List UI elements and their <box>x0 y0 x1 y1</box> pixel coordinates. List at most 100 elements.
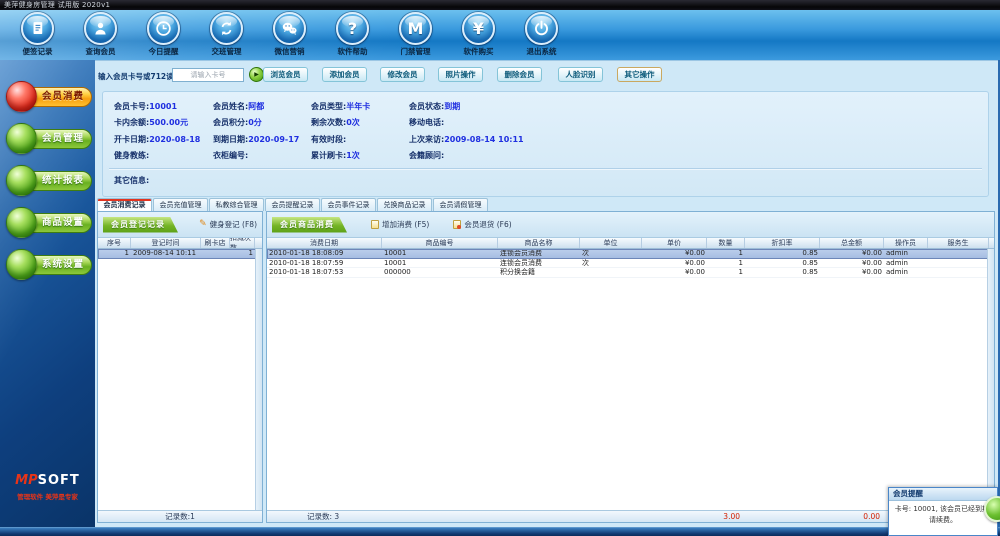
info-value: 10001 <box>149 102 177 111</box>
consumption-panel-header: 会员商品消费 增加消费 (F5) 会员退货 (F6) <box>267 212 994 238</box>
column-header[interactable]: 服务生 <box>928 238 989 248</box>
cell: 1 <box>230 249 255 257</box>
column-header[interactable]: 单价 <box>642 238 707 248</box>
delete-member-button[interactable]: 删除会员 <box>497 67 542 82</box>
cell: 0.85 <box>745 249 820 257</box>
info-label: 累计刷卡: <box>311 151 346 160</box>
add-consumption-button[interactable]: 增加消费 (F5) <box>371 219 429 230</box>
toolbar-label: 门禁管理 <box>401 46 431 57</box>
cell: 连锁会员消费 <box>498 258 580 268</box>
refund-document-icon <box>453 220 461 229</box>
cell: 10001 <box>382 249 498 257</box>
record-tabs: 会员消费记录会员充值管理私教综合管理会员提醒记录会员事件记录兑换商品记录会员请假… <box>97 198 489 211</box>
checkin-table-header: 序号登记时间刷卡店扣减次数 <box>98 238 262 249</box>
vertical-scrollbar[interactable] <box>255 249 262 510</box>
tab-goods-exchange[interactable]: 兑换商品记录 <box>377 198 432 211</box>
sidebar-item-goods-settings[interactable]: 商品设置 <box>2 206 93 240</box>
info-field: 到期日期:2020-09-17 <box>213 134 311 145</box>
popup-title: 会员提醒 <box>889 488 997 501</box>
tab-leave-management[interactable]: 会员请假管理 <box>433 198 488 211</box>
shift-icon <box>210 12 243 45</box>
toolbar-button-notes[interactable]: 便签记录 <box>6 10 69 60</box>
photo-operations-button[interactable]: 照片操作 <box>438 67 483 82</box>
cell: admin <box>884 259 928 267</box>
gym-register-button[interactable]: ✎ 健身登记 (F8) <box>199 219 257 230</box>
column-header[interactable]: 商品编号 <box>382 238 498 248</box>
table-row[interactable]: 2010-01-18 18:07:5910001连锁会员消费次¥0.0010.8… <box>267 259 994 269</box>
toolbar-button-exit-system[interactable]: 退出系统 <box>510 10 573 60</box>
toolbar-button-shift-management[interactable]: 交班管理 <box>195 10 258 60</box>
column-header[interactable]: 操作员 <box>884 238 928 248</box>
column-header[interactable]: 扣减次数 <box>230 238 255 248</box>
sidebar-item-statistics-reports[interactable]: 统计报表 <box>2 164 93 198</box>
cell: 2010-01-18 18:08:09 <box>267 249 382 257</box>
column-header[interactable]: 消费日期 <box>267 238 382 248</box>
cell: 1 <box>707 249 745 257</box>
sidebar-item-system-settings[interactable]: 系统设置 <box>2 248 93 282</box>
toolbar-button-member-search[interactable]: 查询会员 <box>69 10 132 60</box>
toolbar-button-today-reminder[interactable]: 今日提醒 <box>132 10 195 60</box>
sphere-icon <box>6 207 37 238</box>
column-header[interactable]: 数量 <box>707 238 745 248</box>
other-operations-button[interactable]: 其它操作 <box>617 67 662 82</box>
amount-total: 0.00 <box>820 512 880 521</box>
title-bar: 美萍健身房管理 试用版 2020v1 <box>0 0 1000 10</box>
info-field: 健身教练: <box>114 150 213 161</box>
consumption-panel: 会员商品消费 增加消费 (F5) 会员退货 (F6) 消费日期商品编号商品名称单… <box>266 211 995 523</box>
add-member-button[interactable]: 添加会员 <box>322 67 367 82</box>
card-number-input[interactable] <box>172 68 244 82</box>
toolbar-button-software-purchase[interactable]: ¥软件购买 <box>447 10 510 60</box>
tab-event-records[interactable]: 会员事件记录 <box>321 198 376 211</box>
application-window: 美萍健身房管理 试用版 2020v1 便签记录 查询会员 今日提醒 交班管理微信营销?… <box>0 0 1000 536</box>
column-header[interactable]: 登记时间 <box>131 238 201 248</box>
member-info-grid: 会员卡号:10001会员姓名:阿都会员类型:半年卡会员状态:到期卡内余额:500… <box>114 98 984 164</box>
tab-recharge-management[interactable]: 会员充值管理 <box>153 198 208 211</box>
info-field: 会员积分:0分 <box>213 117 311 128</box>
info-label: 健身教练: <box>114 151 149 160</box>
cell: ¥0.00 <box>820 268 884 276</box>
face-recognition-button[interactable]: 人脸识别 <box>558 67 603 82</box>
sidebar-item-member-management[interactable]: 会员管理 <box>2 122 93 156</box>
cell: 次 <box>580 258 642 268</box>
tab-consumption-records[interactable]: 会员消费记录 <box>97 198 152 211</box>
other-info-label: 其它信息: <box>114 175 149 186</box>
column-header[interactable]: 刷卡店 <box>201 238 230 248</box>
sidebar-item-member-consumption[interactable]: 会员消费 <box>2 80 93 114</box>
toolbar-button-software-help[interactable]: ?软件帮助 <box>321 10 384 60</box>
column-header[interactable]: 单位 <box>580 238 642 248</box>
column-header[interactable]: 总金额 <box>820 238 884 248</box>
cell: 000000 <box>382 268 498 276</box>
table-row[interactable]: 2010-01-18 18:07:53000000积分换会籍¥0.0010.85… <box>267 268 994 278</box>
yen-icon: ¥ <box>462 12 495 45</box>
toolbar: 便签记录 查询会员 今日提醒 交班管理微信营销?软件帮助M门禁管理¥软件购买退出系统 <box>0 10 1000 60</box>
vertical-scrollbar[interactable] <box>987 249 994 510</box>
info-field: 会员类型:半年卡 <box>311 101 409 112</box>
table-row[interactable]: 12009-08-14 10:111 <box>98 249 262 259</box>
toolbar-button-access-control[interactable]: M门禁管理 <box>384 10 447 60</box>
info-field: 会员状态:到期 <box>409 101 984 112</box>
brand-logo: MPSOFT 管理软件 美萍是专家 <box>0 469 95 501</box>
gym-register-label: 健身登记 (F8) <box>210 219 257 230</box>
toolbar-label: 今日提醒 <box>149 46 179 57</box>
tab-private-coach[interactable]: 私教综合管理 <box>209 198 264 211</box>
checkin-panel-title: 会员登记记录 <box>103 217 178 233</box>
toolbar-label: 便签记录 <box>23 46 53 57</box>
column-header[interactable]: 序号 <box>98 238 131 248</box>
sphere-icon <box>6 81 37 112</box>
consumption-record-count: 记录数: 3 <box>307 511 339 522</box>
column-header[interactable]: 折扣率 <box>745 238 820 248</box>
info-label: 会籍顾问: <box>409 151 444 160</box>
consumption-table: 2010-01-18 18:08:0910001连锁会员消费次 ¥0.00 10.8… <box>267 249 994 510</box>
info-field: 衣柜编号: <box>213 150 311 161</box>
toolbar-button-wechat-marketing[interactable]: 微信营销 <box>258 10 321 60</box>
toolbar-label: 查询会员 <box>86 46 116 57</box>
tab-reminder-records[interactable]: 会员提醒记录 <box>265 198 320 211</box>
member-refund-button[interactable]: 会员退货 (F6) <box>453 219 511 230</box>
card-go-button[interactable]: ▶ <box>249 67 264 82</box>
edit-member-button[interactable]: 修改会员 <box>380 67 425 82</box>
browse-member-button[interactable]: 浏览会员 <box>263 67 308 82</box>
column-header[interactable]: 商品名称 <box>498 238 580 248</box>
clock-icon <box>147 12 180 45</box>
info-field: 上次来访:2009-08-14 10:11 <box>409 134 984 145</box>
consumption-table-header: 消费日期商品编号商品名称单位单价数量折扣率总金额操作员服务生 <box>267 238 994 249</box>
